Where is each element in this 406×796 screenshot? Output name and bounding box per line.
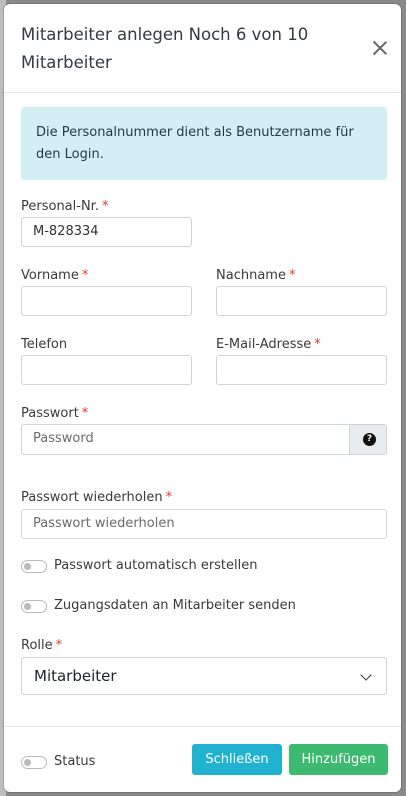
status-toggle[interactable] — [21, 756, 47, 769]
close-button[interactable]: Schließen — [192, 744, 282, 775]
question-circle-icon: ? — [363, 433, 376, 446]
modal-header: Mitarbeiter anlegen Noch 6 von 10 Mitarb… — [4, 4, 401, 93]
password-help-button[interactable]: ? — [349, 424, 387, 455]
personal-nr-label: Personal-Nr. * — [21, 199, 109, 214]
role-label: Rolle * — [21, 638, 63, 653]
auto-password-toggle[interactable] — [21, 560, 47, 573]
telefon-label: Telefon — [21, 337, 68, 352]
modal-title: Mitarbeiter anlegen Noch 6 von 10 Mitarb… — [21, 25, 309, 72]
close-icon[interactable] — [370, 38, 390, 58]
telefon-input[interactable] — [21, 355, 192, 385]
personal-nr-input[interactable]: M-828334 — [21, 217, 192, 247]
password-label: Passwort * — [21, 406, 89, 421]
nachname-input[interactable] — [216, 286, 387, 316]
auto-password-label: Passwort automatisch erstellen — [54, 558, 258, 573]
info-alert: Die Personalnummer dient als Benutzernam… — [21, 107, 387, 180]
modal-footer: Status Schließen Hinzufügen — [4, 726, 401, 792]
email-input[interactable] — [216, 355, 387, 385]
vorname-label: Vorname * — [21, 268, 89, 283]
add-employee-modal: Mitarbeiter anlegen Noch 6 von 10 Mitarb… — [4, 4, 401, 792]
vorname-input[interactable] — [21, 286, 192, 316]
chevron-down-icon — [360, 669, 372, 681]
add-button[interactable]: Hinzufügen — [289, 744, 388, 775]
password-repeat-label: Passwort wiederholen * — [21, 490, 173, 505]
send-access-toggle[interactable] — [21, 600, 47, 613]
email-label: E-Mail-Adresse * — [216, 337, 321, 352]
password-input[interactable]: Password — [21, 424, 350, 455]
nachname-label: Nachname * — [216, 268, 296, 283]
role-select-value: Mitarbeiter — [34, 667, 117, 685]
info-text: Die Personalnummer dient als Benutzernam… — [36, 125, 354, 162]
status-label: Status — [54, 754, 96, 769]
password-repeat-input[interactable]: Passwort wiederholen — [21, 509, 387, 539]
send-access-label: Zugangsdaten an Mitarbeiter senden — [54, 598, 296, 613]
role-select[interactable]: Mitarbeiter — [21, 657, 387, 695]
